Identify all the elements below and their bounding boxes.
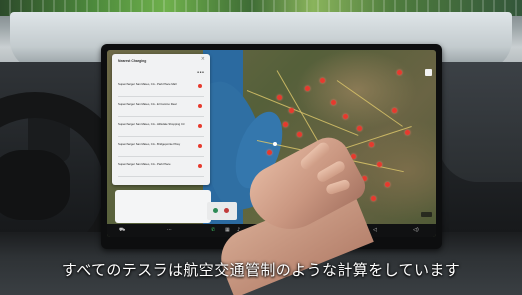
charger-name: Supercharger San Mateo, CA - Bridgepoint… [118,142,181,146]
subtitle-caption: すべてのテスラは航空交通管制のような計算をしています [61,261,461,279]
charger-pin[interactable] [320,78,325,83]
charger-pin[interactable] [277,95,282,100]
charger-pin[interactable] [267,150,272,155]
charger-pin[interactable] [377,162,382,167]
apps-icon[interactable]: ▦ [225,228,230,233]
charger-pin[interactable] [371,196,376,201]
panel-title: Nearest Charging [118,59,147,63]
charger-pin[interactable] [357,126,362,131]
charger-list-item[interactable]: Supercharger San Mateo, CA - Bridgepoint… [118,140,204,157]
volume-icon[interactable]: ◁) [413,228,419,233]
media-control-icon[interactable] [224,208,229,213]
charger-list-item[interactable]: Supercharger San Mateo, CA - Hillsdale S… [118,120,204,137]
charger-name: Supercharger San Mateo, CA - Park Place … [118,82,177,86]
media-player-card[interactable] [115,190,211,223]
charger-list-item[interactable]: Supercharger San Mateo, CA - El Camino R… [118,100,204,117]
charger-pin[interactable] [331,100,336,105]
charger-name: Supercharger San Mateo, CA - Hillsdale S… [118,122,185,126]
charger-list-item[interactable]: Supercharger San Mateo, CA - Park Place [118,160,204,177]
charger-pin[interactable] [305,86,310,91]
media-control-icon[interactable] [213,208,218,213]
dashboard-right-panel [438,62,522,182]
map-road [336,80,403,127]
climate-icon[interactable]: ⋯ [167,228,172,233]
charger-pin[interactable] [405,130,410,135]
location-pin-icon [198,124,202,128]
charging-list-panel: Nearest Charging × ••• Supercharger San … [112,54,210,185]
close-icon[interactable]: × [201,57,205,62]
charger-pin[interactable] [297,132,302,137]
steering-wheel-hub [0,150,70,220]
vehicle-location-marker [273,142,277,146]
location-pin-icon [198,164,202,168]
seat-heater-icon[interactable]: ◁ [373,228,377,233]
charger-pin[interactable] [369,142,374,147]
charger-pin[interactable] [397,70,402,75]
charger-pin[interactable] [343,114,348,119]
charger-name: Supercharger San Mateo, CA - Park Place [118,162,171,166]
charger-pin[interactable] [289,108,294,113]
charger-pin[interactable] [392,108,397,113]
map-settings-button[interactable] [425,69,432,76]
location-pin-icon [198,84,202,88]
media-controls [207,202,237,220]
car-icon[interactable]: ⛟ [119,228,125,233]
map-scale-indicator [421,212,432,217]
more-options-icon[interactable]: ••• [197,71,205,76]
car-interior-photo: Nearest Charging × ••• Supercharger San … [0,0,522,295]
charger-pin[interactable] [283,122,288,127]
location-pin-icon [198,144,202,148]
location-pin-icon [198,104,202,108]
phone-icon[interactable]: ✆ [211,228,215,233]
charger-list-item[interactable]: Supercharger San Mateo, CA - Park Place … [118,80,204,97]
charger-pin[interactable] [385,182,390,187]
charger-name: Supercharger San Mateo, CA - El Camino R… [118,102,177,106]
